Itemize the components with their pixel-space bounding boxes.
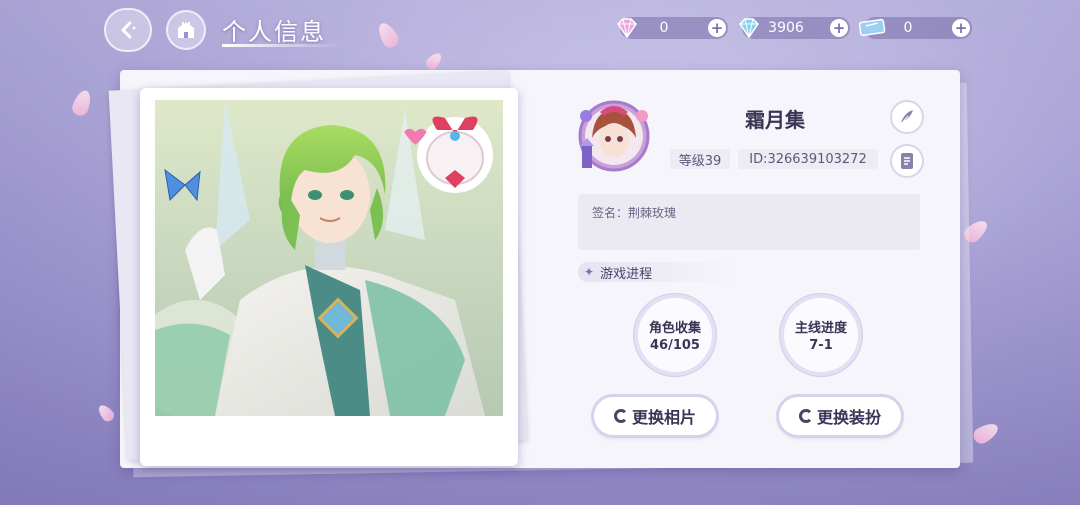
edit-name-button[interactable] [890, 100, 924, 134]
player-id: ID:326639103272 [738, 149, 878, 169]
profile-details-button[interactable] [890, 144, 924, 178]
blue-diamond-icon [739, 18, 759, 39]
section-header-progress: ✦ 游戏进程 [578, 262, 738, 282]
stat-character-collection[interactable]: 角色收集 46/105 [638, 298, 712, 372]
back-button[interactable] [104, 8, 152, 52]
sparkle-icon: ✦ [584, 265, 595, 279]
signature-box[interactable]: 签名：荆棘玫瑰 [578, 194, 920, 250]
pink-diamond-icon [617, 18, 637, 39]
currency-pink-diamond: 0 + [617, 17, 728, 39]
signature-text: 签名：荆棘玫瑰 [592, 206, 677, 220]
stat-label: 主线进度 [794, 321, 847, 336]
player-name: 霜月集 [745, 108, 805, 132]
page-title: 个人信息 [222, 18, 326, 46]
currency-ticket: 0 + [858, 17, 972, 39]
avatar[interactable] [576, 98, 652, 174]
section-title: 游戏进程 [600, 266, 653, 282]
change-outfit-button[interactable]: 更换装扮 [779, 397, 901, 435]
add-pink-diamond-button[interactable]: + [708, 19, 726, 37]
add-blue-diamond-button[interactable]: + [830, 19, 848, 37]
refresh-icon [798, 409, 813, 423]
stat-label: 角色收集 [648, 321, 701, 336]
add-ticket-button[interactable]: + [952, 19, 970, 37]
stat-value: 46/105 [650, 338, 700, 353]
stat-main-story-progress[interactable]: 主线进度 7-1 [784, 298, 858, 372]
currency-blue-diamond: 3906 + [739, 17, 850, 39]
document-icon [901, 153, 913, 169]
title-underline [222, 44, 342, 47]
stat-value: 7-1 [809, 338, 833, 353]
player-level: 等级39 [670, 149, 730, 169]
quill-edit-icon [900, 110, 913, 125]
button-label: 更换装扮 [816, 408, 881, 427]
character-photo [155, 100, 503, 416]
ticket-icon [858, 18, 886, 37]
back-arrow-icon [121, 21, 136, 39]
avatar-portrait-icon [578, 100, 650, 172]
castle-home-icon [178, 22, 194, 38]
home-button[interactable] [166, 10, 206, 50]
refresh-icon [613, 409, 628, 423]
change-photo-button[interactable]: 更换相片 [594, 397, 716, 435]
button-label: 更换相片 [631, 408, 696, 427]
